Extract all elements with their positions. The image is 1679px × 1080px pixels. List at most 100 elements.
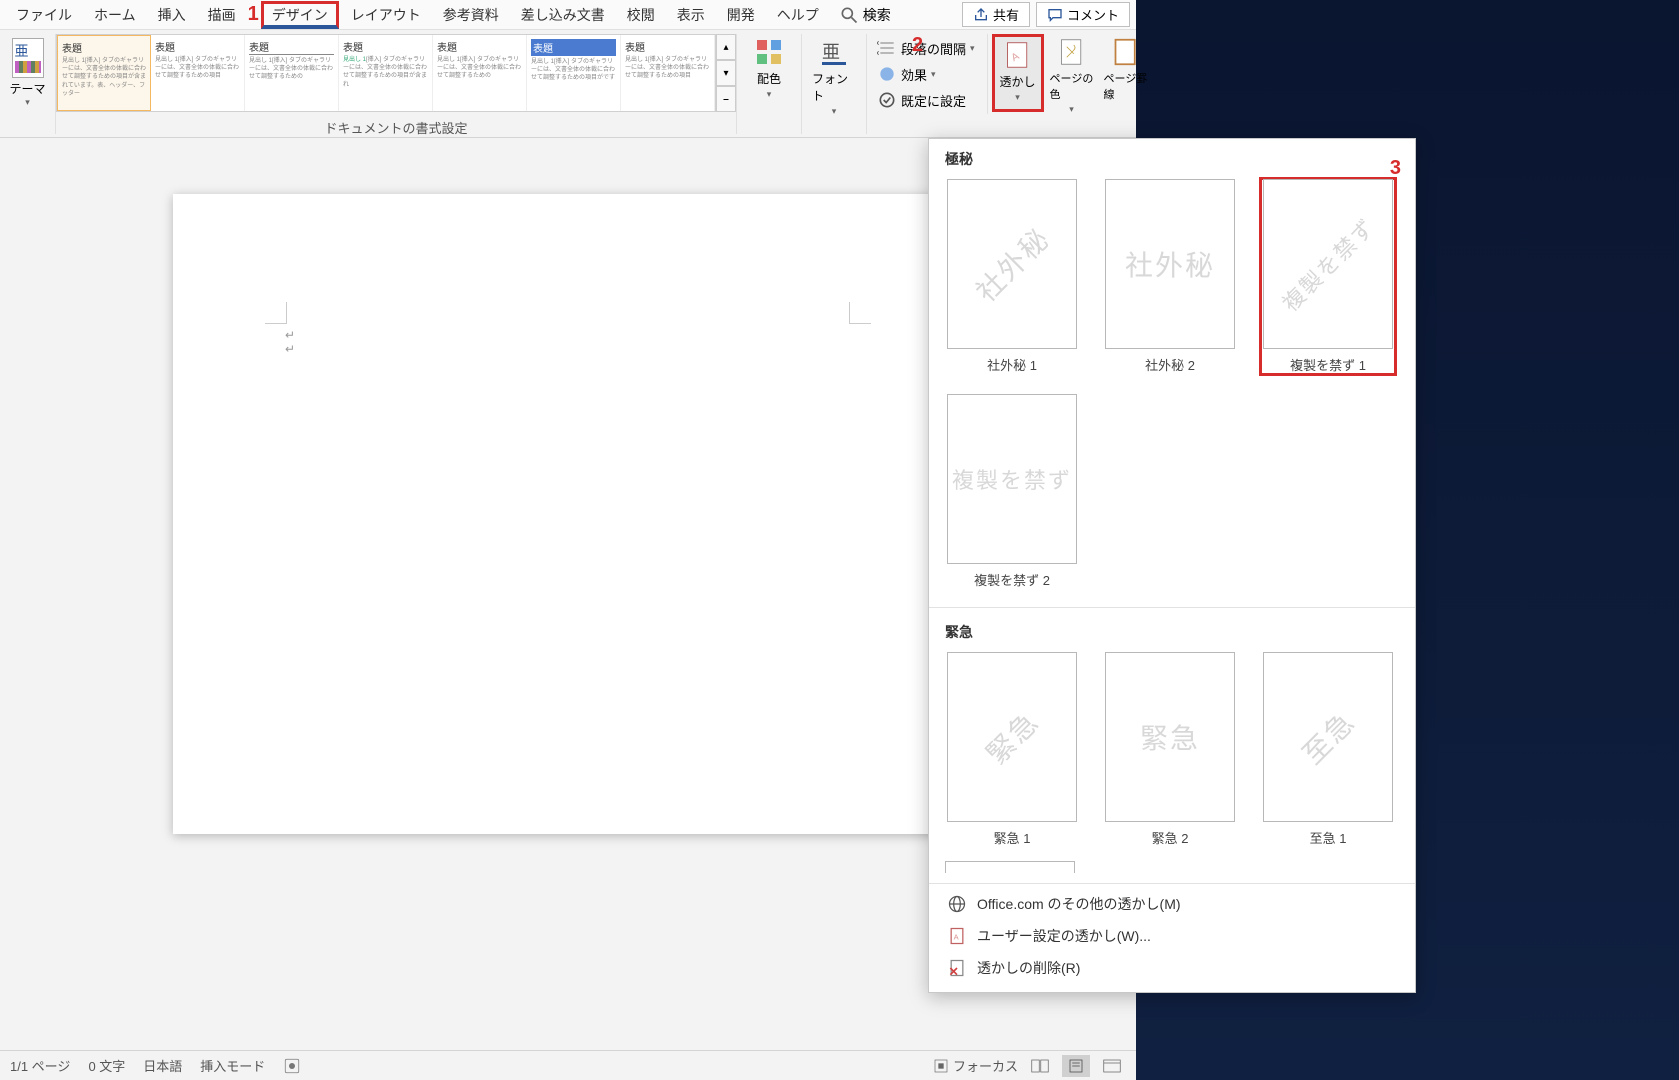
- set-default-button[interactable]: 既定に設定: [873, 88, 979, 112]
- focus-button[interactable]: フォーカス: [933, 1056, 1018, 1075]
- menu-file[interactable]: ファイル: [6, 1, 82, 29]
- style-gallery[interactable]: 表題見出し 1[挿入] タブのギャラリーには、文書全体の体裁に合わせて調整するた…: [56, 34, 716, 112]
- view-web-button[interactable]: [1098, 1055, 1126, 1077]
- search-label: 検索: [863, 5, 891, 25]
- gallery-scroll-up[interactable]: ▴: [716, 34, 736, 60]
- spacing-icon: [877, 38, 897, 58]
- wm-remove-label: 透かしの削除(R): [977, 958, 1080, 978]
- themes-label: テーマ: [9, 80, 45, 97]
- watermark-button[interactable]: A 透かし▾: [992, 34, 1044, 112]
- annotation-3: 3: [1390, 157, 1401, 180]
- search-icon: [839, 5, 859, 25]
- wm-item-nocopy-2[interactable]: 複製を禁ず 複製を禁ず 2: [945, 394, 1079, 589]
- status-insert-mode[interactable]: 挿入モード: [200, 1056, 265, 1075]
- wm-section-urgent: 緊急: [929, 612, 1415, 648]
- annotation-2: 2: [912, 34, 923, 57]
- remove-icon: [947, 958, 967, 978]
- comment-label: コメント: [1067, 5, 1119, 24]
- share-label: 共有: [993, 5, 1019, 24]
- wm-more-office[interactable]: Office.com のその他の透かし(M): [929, 888, 1415, 920]
- themes-button[interactable]: テーマ ▾: [6, 34, 50, 112]
- annotation-1: 1: [248, 3, 259, 26]
- fonts-icon: 亜: [818, 36, 850, 68]
- format-section-label: ドキュメントの書式設定: [56, 112, 736, 137]
- margin-mark-tl: [265, 302, 287, 324]
- chevron-down-icon: ▾: [1069, 104, 1074, 115]
- style-thumb-4[interactable]: 表題見出し 1[挿入] タブのギャラリーには、文書全体の体裁に合わせて調整するた…: [339, 35, 433, 111]
- menu-view[interactable]: 表示: [667, 1, 715, 29]
- chevron-down-icon: ▾: [832, 106, 837, 117]
- wm-section-confidential: 極秘: [929, 139, 1415, 175]
- wm-item-nocopy-1[interactable]: 3 複製を禁ず 複製を禁ず 1: [1261, 179, 1395, 374]
- status-page[interactable]: 1/1 ページ: [10, 1056, 70, 1075]
- effects-button[interactable]: 効果▾: [873, 62, 979, 86]
- gallery-scroll-more[interactable]: ⎯: [716, 86, 736, 112]
- chevron-down-icon: ▾: [767, 89, 772, 100]
- style-thumb-5[interactable]: 表題見出し 1[挿入] タブのギャラリーには、文書全体の体裁に合わせて調整するた…: [433, 35, 527, 111]
- paragraph-mark: ↵↵: [285, 328, 295, 356]
- colors-icon: [753, 36, 785, 68]
- effects-icon: [877, 64, 897, 84]
- wm-text: 複製を禁ず: [952, 463, 1072, 495]
- status-words[interactable]: 0 文字: [88, 1056, 125, 1075]
- menu-insert[interactable]: 挿入: [148, 1, 196, 29]
- menu-home[interactable]: ホーム: [84, 1, 146, 29]
- wm-text: 緊急: [1140, 717, 1200, 757]
- page-color-button[interactable]: ページの色▾: [1046, 34, 1098, 112]
- watermark-icon: A: [1002, 39, 1034, 71]
- menu-review[interactable]: 校閲: [617, 1, 665, 29]
- wm-text: 社外秘: [966, 218, 1058, 310]
- wm-item-urgent-2[interactable]: 緊急 緊急 2: [1103, 652, 1237, 847]
- menu-design[interactable]: デザイン: [261, 1, 339, 29]
- menu-references[interactable]: 参考資料: [433, 1, 509, 29]
- svg-text:A: A: [954, 932, 959, 941]
- menu-mailings[interactable]: 差し込み文書: [511, 1, 615, 29]
- wm-text: 社外秘: [1125, 244, 1215, 284]
- gallery-scroll-down[interactable]: ▾: [716, 60, 736, 86]
- word-window: ファイル ホーム 挿入 描画 1 デザイン レイアウト 参考資料 差し込み文書 …: [0, 0, 1136, 1080]
- wm-item-confidential-1[interactable]: 社外秘 社外秘 1: [945, 179, 1079, 374]
- wm-label: 社外秘 1: [987, 355, 1037, 374]
- wm-item-asap-1[interactable]: 至急 至急 1: [1261, 652, 1395, 847]
- margin-mark-tr: [849, 302, 871, 324]
- wm-item-urgent-1[interactable]: 緊急 緊急 1: [945, 652, 1079, 847]
- wm-label: 社外秘 2: [1145, 355, 1195, 374]
- share-button[interactable]: 共有: [962, 2, 1030, 27]
- default-icon: [877, 90, 897, 110]
- page-1[interactable]: ↵↵: [173, 194, 963, 834]
- menu-draw[interactable]: 描画: [198, 1, 246, 29]
- globe-icon: [947, 894, 967, 914]
- wm-label: 至急 1: [1310, 828, 1347, 847]
- style-thumb-1[interactable]: 表題見出し 1[挿入] タブのギャラリーには、文書全体の体裁に合わせて調整するた…: [57, 35, 151, 111]
- menu-help[interactable]: ヘルプ: [767, 1, 829, 29]
- style-thumb-7[interactable]: 表題見出し 1[挿入] タブのギャラリーには、文書全体の体裁に合わせて調整するた…: [621, 35, 715, 111]
- view-read-button[interactable]: [1026, 1055, 1054, 1077]
- wm-remove[interactable]: 透かしの削除(R): [929, 952, 1415, 984]
- colors-button[interactable]: 配色▾: [743, 34, 795, 112]
- watermark-dropdown: 極秘 社外秘 社外秘 1 社外秘 社外秘 2 3 複製を禁ず 複製を禁ず 1 複…: [928, 138, 1416, 993]
- view-print-button[interactable]: [1062, 1055, 1090, 1077]
- comment-button[interactable]: コメント: [1036, 2, 1130, 27]
- page-border-button[interactable]: ページ罫線: [1100, 34, 1152, 112]
- status-language[interactable]: 日本語: [143, 1056, 182, 1075]
- menu-developer[interactable]: 開発: [717, 1, 765, 29]
- style-thumb-2[interactable]: 表題見出し 1[挿入] タブのギャラリーには、文書全体の体裁に合わせて調整するた…: [151, 35, 245, 111]
- fonts-button[interactable]: 亜 フォント▾: [808, 34, 860, 112]
- wm-custom[interactable]: A ユーザー設定の透かし(W)...: [929, 920, 1415, 952]
- wm-text: 至急: [1293, 702, 1364, 773]
- status-macro-icon[interactable]: [283, 1057, 301, 1075]
- menu-layout[interactable]: レイアウト: [341, 1, 431, 29]
- page-icon: A: [947, 926, 967, 946]
- wm-label: 複製を禁ず 2: [974, 570, 1050, 589]
- wm-text: 緊急: [977, 702, 1048, 773]
- wm-more-label: Office.com のその他の透かし(M): [977, 894, 1181, 914]
- wm-custom-label: ユーザー設定の透かし(W)...: [977, 926, 1151, 946]
- focus-icon: [933, 1058, 949, 1074]
- wm-item-partial[interactable]: [945, 861, 1075, 873]
- style-thumb-6[interactable]: 表題見出し 1[挿入] タブのギャラリーには、文書全体の体裁に合わせて調整するた…: [527, 35, 621, 111]
- paragraph-spacing-button[interactable]: 段落の間隔▾: [873, 36, 979, 60]
- search-box[interactable]: 検索: [831, 1, 899, 29]
- wm-item-confidential-2[interactable]: 社外秘 社外秘 2: [1103, 179, 1237, 374]
- style-thumb-3[interactable]: 表題見出し 1[挿入] タブのギャラリーには、文書全体の体裁に合わせて調整するた…: [245, 35, 339, 111]
- wm-text: 複製を禁ず: [1274, 210, 1381, 317]
